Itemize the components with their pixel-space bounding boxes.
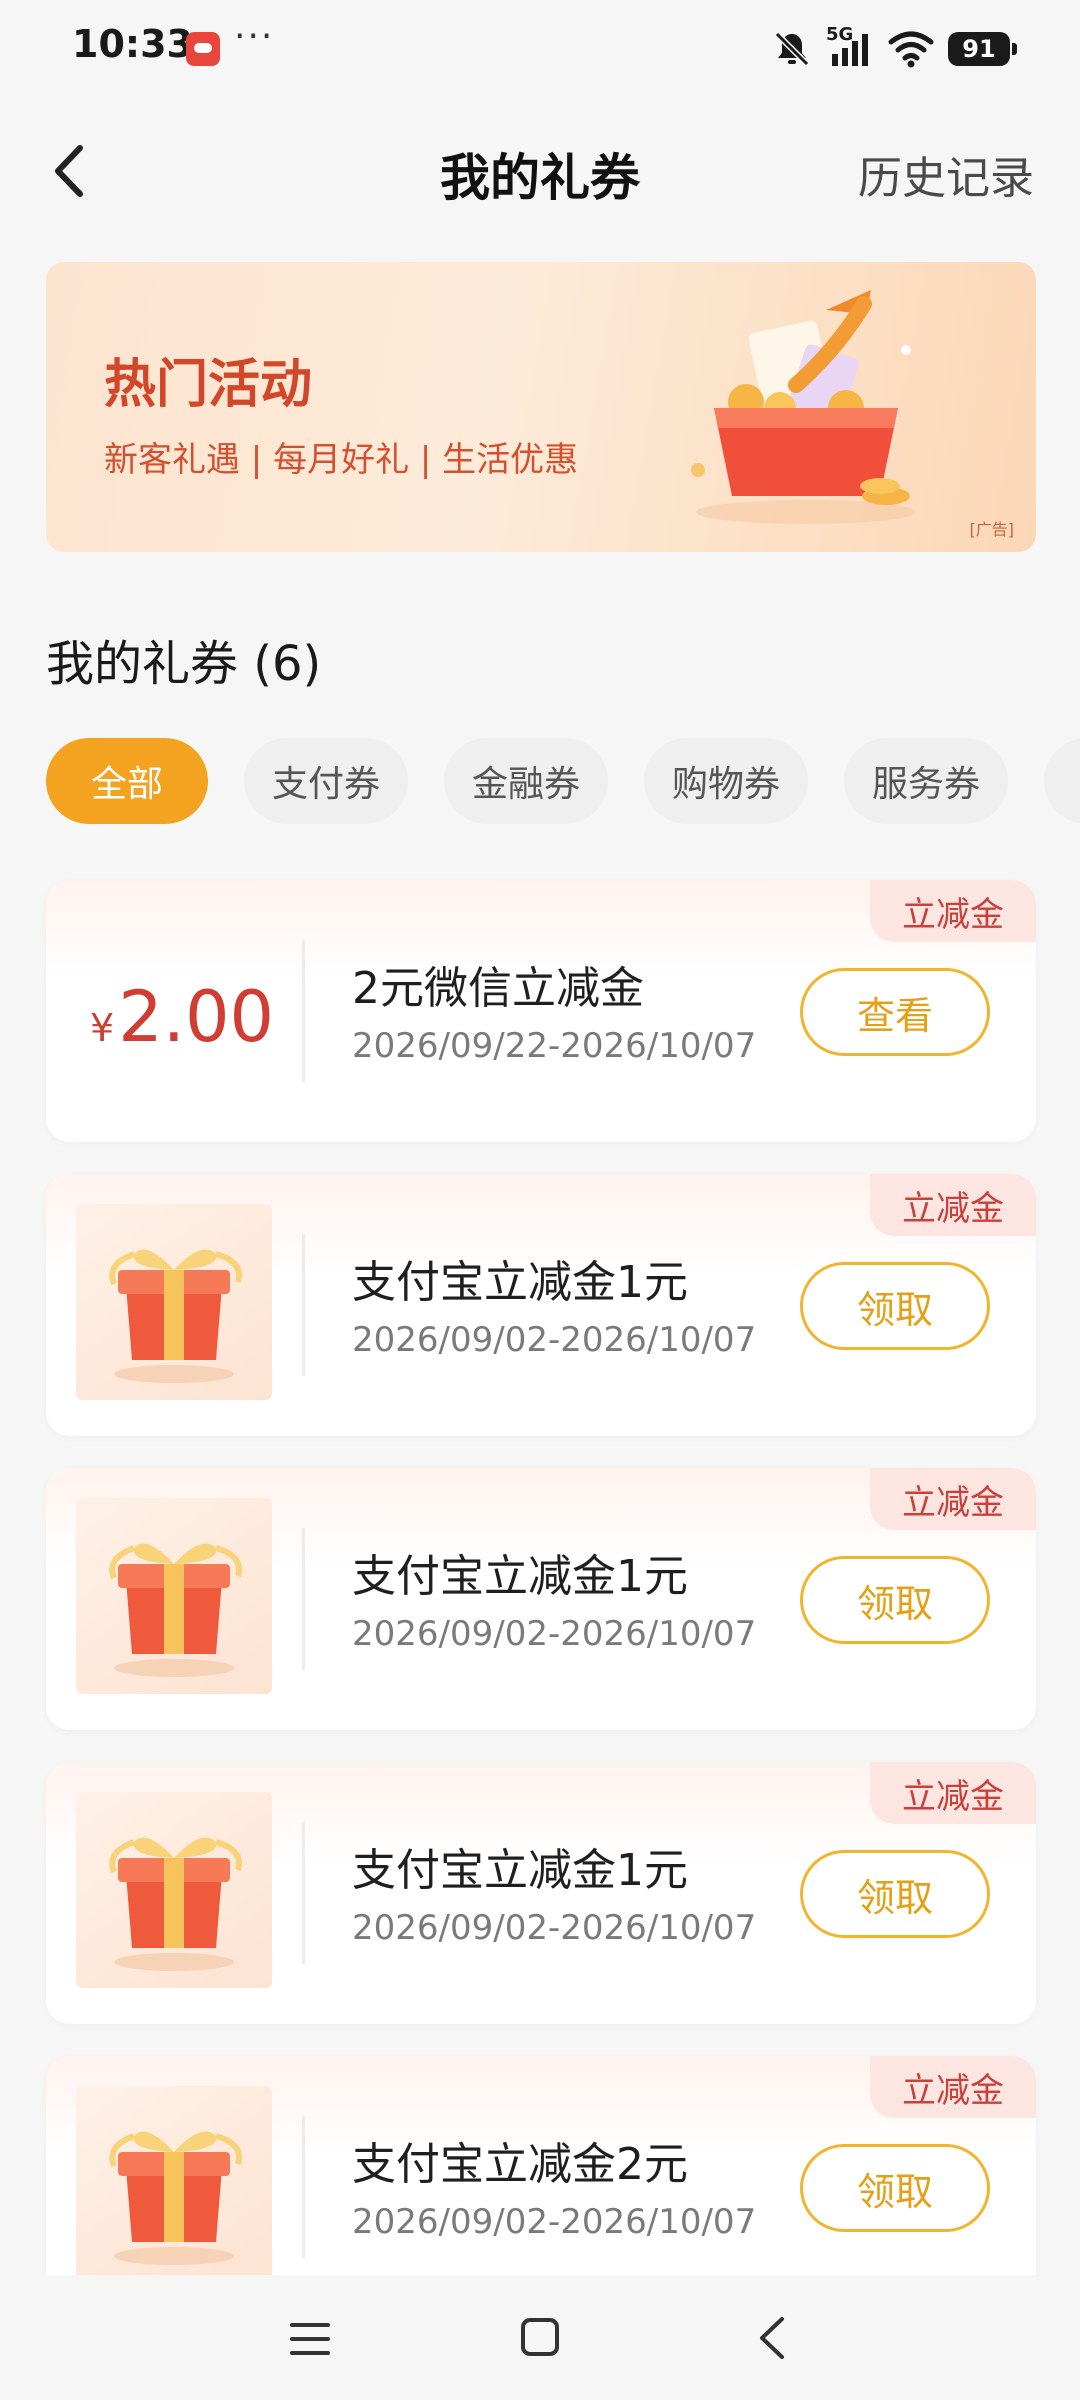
section-title: 我的礼券 (6): [46, 636, 322, 692]
wifi-icon: [888, 31, 934, 68]
app-screen: 10:33 ··· 5G 91 我的礼券 历史记录 热门活动 新客礼遇 | 每月…: [0, 0, 1080, 2400]
coupon-amount: ¥2.00: [90, 976, 280, 1058]
coupon-card[interactable]: 立减金 支付宝立减金1元 2026/09/02-2026/10/07 领取: [46, 1468, 1036, 1730]
coupon-card[interactable]: 立减金 支付宝立减金1元 2026/09/02-2026/10/07 领取: [46, 1174, 1036, 1436]
divider: [302, 1528, 305, 1670]
nav-back-icon[interactable]: [752, 2315, 792, 2361]
currency-symbol: ¥: [90, 1006, 115, 1050]
coupon-name: 支付宝立减金1元: [352, 1551, 688, 1602]
tab-more[interactable]: 代: [1044, 738, 1080, 824]
gift-box-image: [76, 1792, 272, 1988]
amount-value: 2.00: [118, 976, 275, 1058]
tab-payment[interactable]: 支付券: [244, 738, 409, 824]
coupon-validity: 2026/09/02-2026/10/07: [352, 1614, 757, 1654]
tab-finance[interactable]: 金融券: [444, 738, 609, 824]
gift-box-image: [76, 1204, 272, 1400]
gift-box-icon: [109, 1249, 242, 1383]
coupon-type-tag: 立减金: [870, 1762, 1036, 1824]
menu-icon[interactable]: [288, 2319, 332, 2359]
tab-all[interactable]: 全部: [46, 738, 208, 824]
claim-button[interactable]: 领取: [800, 1850, 990, 1938]
coupon-type-tag: 立减金: [870, 2056, 1036, 2118]
mute-icon: [774, 31, 810, 67]
filter-tabs: 全部 支付券 金融券 购物券 服务券 代: [46, 738, 1080, 826]
coupon-validity: 2026/09/22-2026/10/07: [352, 1026, 757, 1066]
coupon-validity: 2026/09/02-2026/10/07: [352, 2202, 757, 2242]
nav-header: 我的礼券 历史记录: [0, 110, 1080, 230]
claim-button[interactable]: 领取: [800, 1262, 990, 1350]
coupon-name: 2元微信立减金: [352, 963, 644, 1014]
more-notifications-icon: ···: [234, 16, 275, 57]
coupon-validity: 2026/09/02-2026/10/07: [352, 1908, 757, 1948]
coupon-card[interactable]: 立减金 支付宝立减金1元 2026/09/02-2026/10/07 领取: [46, 1762, 1036, 2024]
gift-box-icon: [109, 1837, 242, 1971]
banner-title: 热门活动: [104, 355, 313, 415]
gift-box-image: [76, 1498, 272, 1694]
status-time: 10:33: [72, 22, 193, 66]
divider: [302, 2116, 305, 2258]
status-indicators: 5G 91: [772, 24, 1017, 74]
banner-subtitle: 新客礼遇 | 每月好礼 | 生活优惠: [104, 440, 579, 480]
gift-basket-illustration: [691, 290, 916, 524]
coupon-type-tag: 立减金: [870, 880, 1036, 942]
coupon-type-tag: 立减金: [870, 1174, 1036, 1236]
coupon-name: 支付宝立减金2元: [352, 2139, 688, 2190]
view-button[interactable]: 查看: [800, 968, 990, 1056]
history-link[interactable]: 历史记录: [858, 142, 1034, 206]
notification-app-icon: [186, 32, 220, 66]
gift-box-icon: [109, 2131, 242, 2265]
signal-icon: 5G: [826, 24, 874, 70]
ad-label: [广告]: [969, 520, 1015, 539]
tab-service[interactable]: 服务券: [844, 738, 1009, 824]
divider: [302, 1234, 305, 1376]
system-nav-bar: [0, 2275, 1080, 2400]
status-bar: 10:33 ··· 5G 91: [0, 0, 1080, 96]
coupon-name: 支付宝立减金1元: [352, 1845, 688, 1896]
home-square-icon[interactable]: [520, 2317, 560, 2357]
claim-button[interactable]: 领取: [800, 1556, 990, 1644]
divider: [302, 940, 305, 1082]
coupon-type-tag: 立减金: [870, 1468, 1036, 1530]
coupon-validity: 2026/09/02-2026/10/07: [352, 1320, 757, 1360]
coupon-name: 支付宝立减金1元: [352, 1257, 688, 1308]
claim-button[interactable]: 领取: [800, 2144, 990, 2232]
battery-indicator: 91: [948, 32, 1017, 66]
network-type: 5G: [826, 24, 854, 45]
coupon-card[interactable]: 立减金 ¥2.00 2元微信立减金 2026/09/22-2026/10/07 …: [46, 880, 1036, 1142]
promo-banner[interactable]: 热门活动 新客礼遇 | 每月好礼 | 生活优惠 [广告]: [46, 262, 1036, 552]
divider: [302, 1822, 305, 1964]
tab-shopping[interactable]: 购物券: [644, 738, 809, 824]
gift-box-image: [76, 2086, 272, 2282]
gift-box-icon: [109, 1543, 242, 1677]
